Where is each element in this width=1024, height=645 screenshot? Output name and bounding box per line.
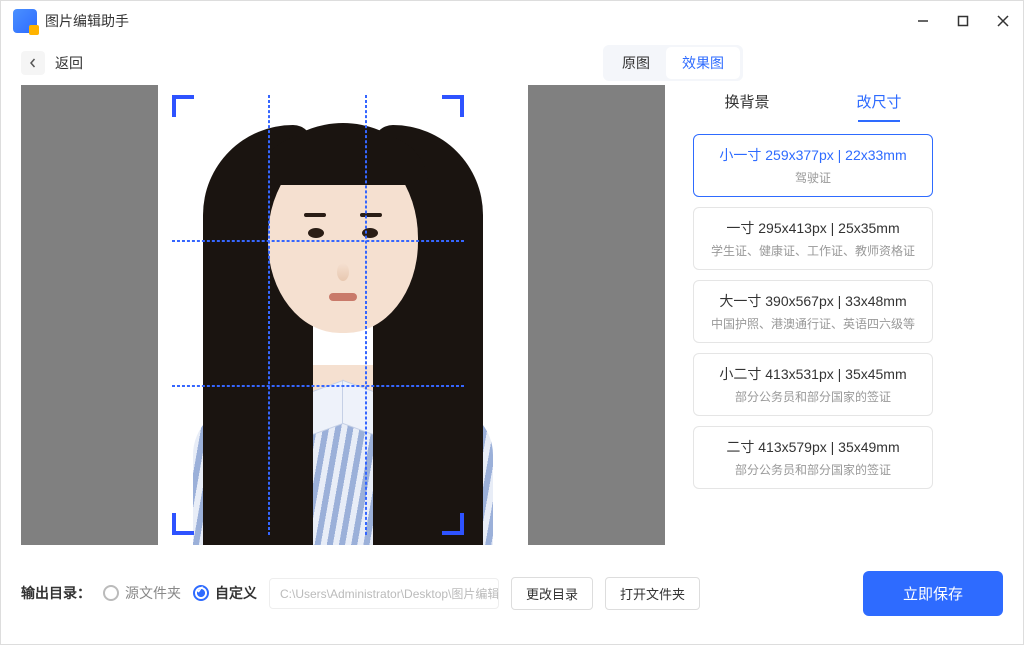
size-desc: 中国护照、港澳通行证、英语四六级等 (702, 315, 924, 332)
output-label: 输出目录： (21, 583, 91, 603)
footer: 输出目录： 源文件夹 自定义 C:\Users\Administrator\De… (1, 563, 1023, 623)
minimize-button[interactable] (915, 13, 931, 29)
side-tab-size[interactable]: 改尺寸 (852, 85, 905, 118)
chevron-left-icon (21, 51, 45, 75)
size-title: 小一寸 259x377px | 22x33mm (702, 145, 924, 165)
radio-custom-label: 自定义 (215, 583, 257, 603)
size-desc: 部分公务员和部分国家的签证 (702, 461, 924, 478)
radio-custom-folder[interactable]: 自定义 (193, 583, 257, 603)
maximize-button[interactable] (955, 13, 971, 29)
save-button[interactable]: 立即保存 (863, 571, 1003, 616)
radio-original-label: 源文件夹 (125, 583, 181, 603)
open-dir-button[interactable]: 打开文件夹 (605, 577, 700, 610)
change-dir-button[interactable]: 更改目录 (511, 577, 593, 610)
radio-icon (193, 585, 209, 601)
photo-preview (158, 85, 528, 545)
title-bar: 图片编辑助手 (1, 1, 1023, 41)
size-desc: 学生证、健康证、工作证、教师资格证 (702, 242, 924, 259)
app-logo-icon (13, 9, 37, 33)
app-title: 图片编辑助手 (45, 11, 129, 31)
tab-result[interactable]: 效果图 (666, 47, 740, 79)
size-desc: 部分公务员和部分国家的签证 (702, 388, 924, 405)
back-label: 返回 (55, 53, 83, 73)
size-option-3[interactable]: 小二寸 413x531px | 35x45mm 部分公务员和部分国家的签证 (693, 353, 933, 416)
view-tabs: 原图 效果图 (603, 45, 743, 81)
window-controls (915, 13, 1011, 29)
side-panel: 换背景 改尺寸 小一寸 259x377px | 22x33mm 驾驶证一寸 295… (681, 85, 945, 563)
size-option-2[interactable]: 大一寸 390x567px | 33x48mm 中国护照、港澳通行证、英语四六级等 (693, 280, 933, 343)
tab-original[interactable]: 原图 (606, 47, 666, 79)
size-option-1[interactable]: 一寸 295x413px | 25x35mm 学生证、健康证、工作证、教师资格证 (693, 207, 933, 270)
size-title: 小二寸 413x531px | 35x45mm (702, 364, 924, 384)
side-tabs: 换背景 改尺寸 (681, 85, 945, 118)
main-area: 换背景 改尺寸 小一寸 259x377px | 22x33mm 驾驶证一寸 295… (1, 85, 1023, 563)
back-button[interactable]: 返回 (21, 51, 83, 75)
close-button[interactable] (995, 13, 1011, 29)
size-title: 大一寸 390x567px | 33x48mm (702, 291, 924, 311)
size-desc: 驾驶证 (702, 169, 924, 186)
output-path: C:\Users\Administrator\Desktop\图片编辑 (269, 578, 499, 609)
radio-icon (103, 585, 119, 601)
size-list: 小一寸 259x377px | 22x33mm 驾驶证一寸 295x413px |… (681, 134, 945, 489)
header-bar: 返回 原图 效果图 (1, 41, 1023, 85)
size-option-0[interactable]: 小一寸 259x377px | 22x33mm 驾驶证 (693, 134, 933, 197)
size-title: 二寸 413x579px | 35x49mm (702, 437, 924, 457)
size-option-4[interactable]: 二寸 413x579px | 35x49mm 部分公务员和部分国家的签证 (693, 426, 933, 489)
radio-original-folder[interactable]: 源文件夹 (103, 583, 181, 603)
canvas[interactable] (21, 85, 665, 545)
size-title: 一寸 295x413px | 25x35mm (702, 218, 924, 238)
side-tab-background[interactable]: 换背景 (720, 85, 773, 118)
